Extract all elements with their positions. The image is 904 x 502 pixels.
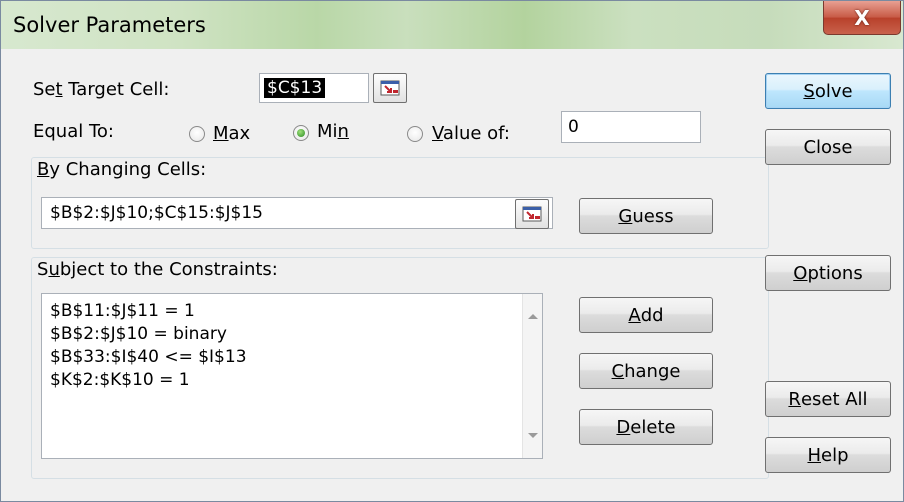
changing-cells-picker-button[interactable] — [515, 199, 549, 229]
change-button[interactable]: Change — [579, 353, 713, 389]
options-button[interactable]: Options — [765, 255, 891, 291]
value-of-radio[interactable] — [407, 126, 423, 142]
value-of-value: 0 — [568, 117, 579, 137]
collapse-dialog-icon — [522, 206, 542, 222]
constraint-item[interactable]: $K$2:$K$10 = 1 — [42, 369, 542, 392]
target-cell-input[interactable]: $C$13 — [259, 73, 369, 103]
collapse-dialog-icon — [380, 80, 400, 96]
scroll-down-arrow-icon[interactable] — [528, 433, 538, 438]
window-title: Solver Parameters — [13, 13, 206, 37]
close-icon: X — [854, 5, 870, 30]
target-cell-label: Set Target Cell: — [33, 79, 170, 100]
reset-all-button[interactable]: Reset All — [765, 381, 891, 417]
value-of-label[interactable]: Value of: — [432, 123, 510, 144]
close-button[interactable]: Close — [765, 129, 891, 165]
min-label[interactable]: Min — [317, 121, 349, 142]
target-cell-picker-button[interactable] — [373, 73, 407, 103]
guess-button[interactable]: Guess — [579, 198, 713, 234]
value-of-input[interactable]: 0 — [561, 111, 701, 143]
delete-button[interactable]: Delete — [579, 409, 713, 445]
constraint-item[interactable]: $B$2:$J$10 = binary — [42, 323, 542, 346]
min-radio[interactable] — [293, 125, 309, 141]
solve-button[interactable]: Solve — [765, 73, 891, 109]
solver-parameters-dialog: Solver Parameters X Set Target Cell: $C$… — [0, 0, 904, 502]
close-window-button[interactable]: X — [823, 1, 901, 35]
equal-to-label: Equal To: — [33, 121, 114, 142]
constraints-scrollbar[interactable] — [522, 294, 542, 458]
max-radio[interactable] — [189, 126, 205, 142]
max-label[interactable]: Max — [213, 123, 250, 144]
changing-cells-input[interactable]: $B$2:$J$10;$C$15:$J$15 — [41, 197, 553, 229]
help-button[interactable]: Help — [765, 437, 891, 473]
changing-cells-value: $B$2:$J$10;$C$15:$J$15 — [50, 203, 263, 223]
target-cell-value: $C$13 — [264, 78, 326, 98]
dialog-client-area: Set Target Cell: $C$13 Equal To: Max Min… — [11, 49, 895, 493]
constraints-label: Subject to the Constraints: — [37, 259, 278, 280]
title-bar[interactable]: Solver Parameters X — [1, 1, 903, 49]
constraints-list[interactable]: $B$11:$J$11 = 1 $B$2:$J$10 = binary $B$3… — [41, 293, 543, 459]
constraint-item[interactable]: $B$11:$J$11 = 1 — [42, 300, 542, 323]
changing-cells-label: By Changing Cells: — [37, 159, 207, 180]
scroll-up-arrow-icon[interactable] — [528, 314, 538, 319]
add-button[interactable]: Add — [579, 297, 713, 333]
constraint-item[interactable]: $B$33:$I$40 <= $I$13 — [42, 346, 542, 369]
